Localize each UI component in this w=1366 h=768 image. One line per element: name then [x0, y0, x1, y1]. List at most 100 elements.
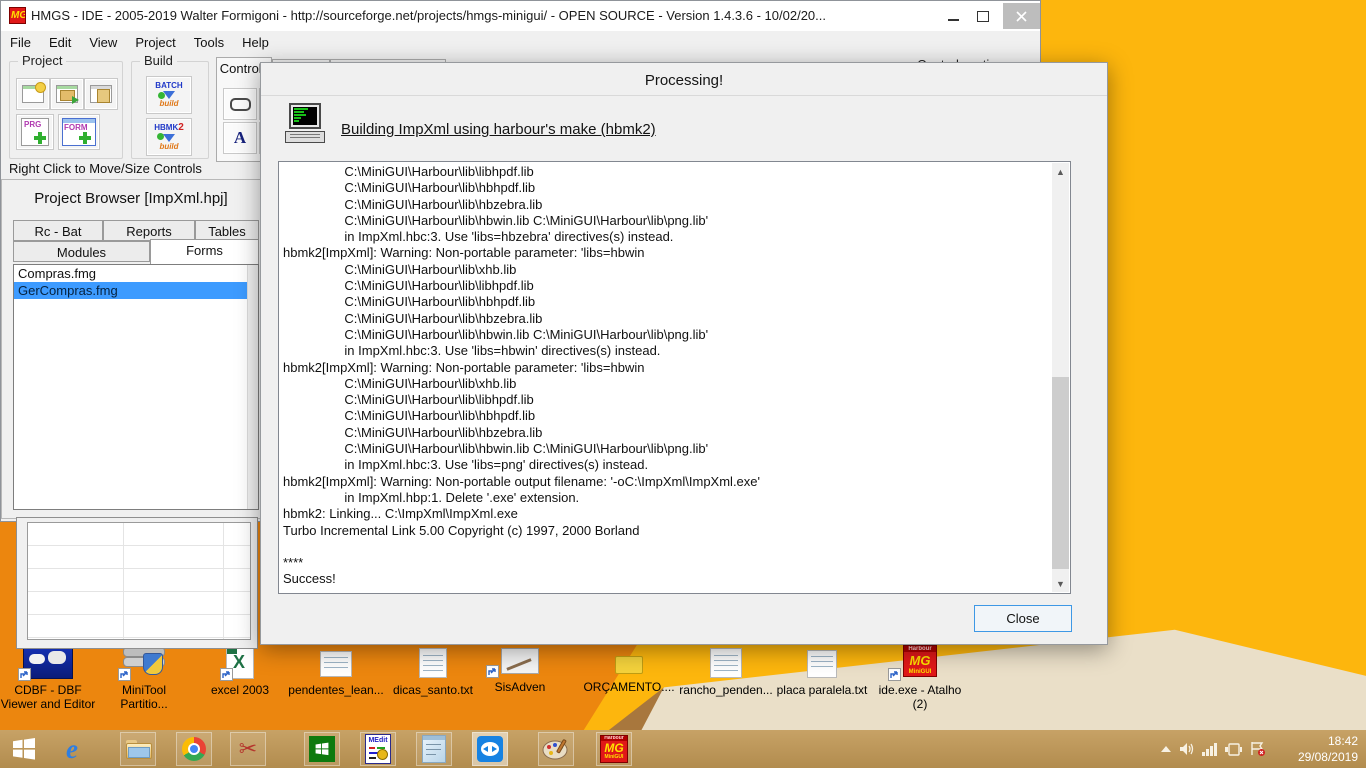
menu-tools[interactable]: Tools	[185, 35, 233, 50]
close-icon	[1016, 10, 1027, 22]
menu-bar: File Edit View Project Tools Help	[1, 31, 1040, 53]
hmg-ide-icon: Harbour MG MiniGUI	[903, 645, 937, 677]
taskbar-file-explorer[interactable]	[120, 732, 156, 766]
hbmk2-build-button[interactable]: HBMK2 build	[146, 118, 192, 156]
listbox-scrollbar[interactable]	[247, 265, 258, 509]
desktop-icon-placa[interactable]: placa paralela.txt	[774, 645, 870, 697]
tab-forms[interactable]: Forms	[150, 239, 259, 264]
desktop-icon-ide-atalho[interactable]: Harbour MG MiniGUI ide.exe - Atalho (2)	[872, 645, 968, 711]
taskbar-paint[interactable]	[538, 732, 574, 766]
label-control-tool[interactable]: A	[223, 122, 257, 154]
menu-help[interactable]: Help	[233, 35, 278, 50]
scroll-down-icon[interactable]: ▼	[1052, 575, 1069, 592]
dialog-close-button[interactable]: Close	[974, 605, 1072, 632]
menu-file[interactable]: File	[1, 35, 40, 50]
build-output-text: C:\MiniGUI\Harbour\lib\libhpdf.lib C:\Mi…	[283, 164, 760, 587]
volume-icon[interactable]	[1179, 742, 1195, 756]
terminal-icon	[285, 103, 327, 147]
list-item-gercompras[interactable]: GerCompras.fmg	[14, 282, 258, 299]
shortcut-arrow-icon	[118, 668, 131, 681]
text-file-icon	[710, 648, 742, 678]
taskbar-internet-explorer[interactable]: e	[54, 732, 90, 766]
label-a-icon: A	[233, 128, 247, 147]
text-file-icon	[320, 651, 352, 677]
chrome-icon	[182, 737, 206, 761]
desktop-icon-pendentes[interactable]: pendentes_lean...	[288, 645, 384, 697]
tab-modules[interactable]: Modules	[13, 241, 150, 262]
tab-reports[interactable]: Reports	[103, 220, 195, 241]
taskbar-medit[interactable]: MEdit	[360, 732, 396, 766]
windows-logo-icon	[13, 738, 35, 760]
tab-rc-bat[interactable]: Rc - Bat	[13, 220, 103, 241]
taskbar-snipping-tool[interactable]: ✂	[230, 732, 266, 766]
desktop-icon-orcamento[interactable]: ORÇAMENTO....	[581, 648, 677, 694]
button-glyph-icon	[229, 97, 251, 111]
project-browser-panel: Project Browser [ImpXml.hpj] Rc - Bat Re…	[1, 179, 261, 519]
network-icon[interactable]	[1202, 742, 1218, 756]
scrollbar-thumb[interactable]	[1052, 377, 1069, 569]
batch-build-button[interactable]: BATCH build	[146, 76, 192, 114]
menu-view[interactable]: View	[80, 35, 126, 50]
teamviewer-icon	[477, 736, 503, 762]
desktop-icon-dicas[interactable]: dicas_santo.txt	[385, 645, 481, 697]
action-center-flag-icon[interactable]	[1250, 742, 1266, 756]
ie-icon: e	[66, 733, 78, 764]
scroll-up-icon[interactable]: ▲	[1052, 163, 1069, 180]
taskbar-chrome[interactable]	[176, 732, 212, 766]
processing-dialog: Processing! Building ImpXml using harbou…	[260, 62, 1108, 645]
add-prg-button[interactable]: PRG	[16, 114, 54, 150]
tray-time: 18:42	[1327, 734, 1358, 748]
dialog-title[interactable]: Processing!	[261, 63, 1107, 96]
new-project-button[interactable]	[16, 78, 50, 110]
tray-expand-icon[interactable]	[1160, 745, 1172, 753]
main-titlebar[interactable]: MG HMGS - IDE - 2005-2019 Walter Formigo…	[1, 1, 1040, 31]
notepad-icon	[422, 735, 446, 763]
form-design-window[interactable]	[16, 517, 258, 649]
batch-icon-label: BATCH	[155, 81, 183, 90]
minimize-button[interactable]	[939, 4, 967, 28]
window-title: HMGS - IDE - 2005-2019 Walter Formigoni …	[31, 8, 826, 23]
power-plug-icon[interactable]	[1225, 742, 1243, 756]
screen: MG HMGS - IDE - 2005-2019 Walter Formigo…	[0, 0, 1366, 768]
taskbar-harbour-minigui[interactable]: Harbour MG MiniGUI	[596, 732, 632, 766]
output-scrollbar[interactable]: ▲ ▼	[1052, 163, 1069, 592]
project-group-label: Project	[18, 53, 67, 68]
forms-listbox[interactable]: Compras.fmg GerCompras.fmg	[13, 264, 259, 510]
list-item-compras[interactable]: Compras.fmg	[14, 265, 258, 282]
taskbar-notepad[interactable]	[416, 732, 452, 766]
taskbar-clock[interactable]: 18:42 29/08/2019	[1272, 733, 1358, 765]
close-button[interactable]	[1003, 3, 1040, 29]
start-button[interactable]	[6, 732, 42, 766]
form-icon-label: FORM	[64, 123, 88, 132]
desktop-icon-excel[interactable]: X excel 2003	[192, 645, 288, 697]
prg-icon-label: PRG	[24, 120, 42, 129]
taskbar-teamviewer[interactable]	[472, 732, 508, 766]
shortcut-arrow-icon	[486, 665, 499, 678]
shield-icon	[143, 653, 163, 675]
menu-project[interactable]: Project	[126, 35, 184, 50]
build-word-label: build	[159, 142, 179, 151]
spreadsheet-file-icon	[615, 656, 643, 674]
maximize-button[interactable]	[969, 4, 997, 28]
shortcut-arrow-icon	[18, 668, 31, 681]
hmg-icon: Harbour MG MiniGUI	[600, 735, 628, 763]
tab-tables[interactable]: Tables	[195, 220, 259, 241]
folder-icon	[126, 740, 152, 759]
desktop-icon-cdbf[interactable]: CDBF - DBF Viewer and Editor	[0, 645, 96, 711]
hint-text: Right Click to Move/Size Controls	[9, 161, 202, 176]
desktop-icon-sisadven[interactable]: SisAdven	[472, 648, 568, 694]
desktop-icon-rancho[interactable]: rancho_penden...	[678, 645, 774, 697]
add-form-button[interactable]: FORM	[58, 114, 100, 150]
store-icon	[309, 736, 335, 762]
menu-edit[interactable]: Edit	[40, 35, 80, 50]
taskbar-windows-store[interactable]	[304, 732, 340, 766]
button-control-tool[interactable]	[223, 88, 257, 120]
desktop-icon-minitool[interactable]: MiniTool Partitio...	[96, 645, 192, 711]
open-project-button[interactable]	[50, 78, 84, 110]
medit-icon: MEdit	[365, 734, 391, 764]
save-project-button[interactable]	[84, 78, 118, 110]
system-tray	[1160, 730, 1266, 768]
build-output-area[interactable]: C:\MiniGUI\Harbour\lib\libhpdf.lib C:\Mi…	[278, 161, 1071, 594]
text-file-icon	[807, 650, 837, 678]
build-word-label: build	[159, 99, 179, 108]
